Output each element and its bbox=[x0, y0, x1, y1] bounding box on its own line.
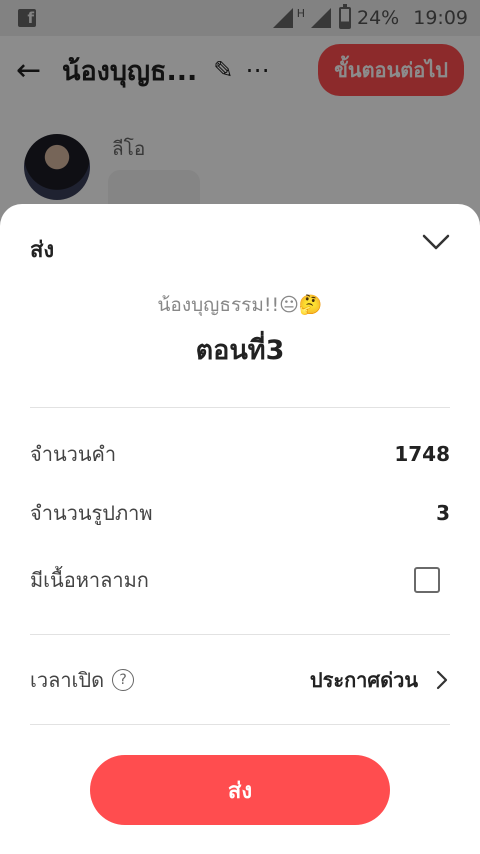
divider bbox=[30, 407, 450, 408]
open-time-row[interactable]: เวลาเปิด ? ประกาศด่วน bbox=[30, 660, 450, 700]
image-count-value: 3 bbox=[436, 501, 450, 525]
image-count-row: จำนวนรูปภาพ 3 bbox=[30, 493, 450, 533]
word-count-label: จำนวนคำ bbox=[30, 442, 117, 466]
send-bottom-sheet: ส่ง น้องบุญธรรม!!😐🤔 ตอนที่3 จำนวนคำ 1748… bbox=[0, 204, 480, 854]
help-icon[interactable]: ? bbox=[112, 669, 135, 691]
divider bbox=[30, 634, 450, 635]
chevron-right-icon bbox=[436, 670, 448, 690]
adult-content-checkbox[interactable] bbox=[414, 567, 440, 593]
sheet-title: ส่ง bbox=[30, 238, 55, 263]
open-time-value: ประกาศด่วน bbox=[309, 668, 418, 692]
chapter-title: ตอนที่3 bbox=[195, 335, 285, 366]
adult-content-label: มีเนื้อหาลามก bbox=[30, 568, 149, 592]
novel-title: น้องบุญธรรม!!😐🤔 bbox=[157, 294, 323, 316]
image-count-label: จำนวนรูปภาพ bbox=[30, 501, 153, 525]
word-count-value: 1748 bbox=[394, 442, 450, 466]
adult-content-row: มีเนื้อหาลามก bbox=[30, 560, 450, 600]
divider bbox=[30, 724, 450, 725]
word-count-row: จำนวนคำ 1748 bbox=[30, 434, 450, 474]
send-button[interactable]: ส่ง bbox=[90, 755, 390, 825]
chevron-down-icon[interactable] bbox=[420, 228, 452, 256]
open-time-label: เวลาเปิด bbox=[30, 668, 105, 692]
